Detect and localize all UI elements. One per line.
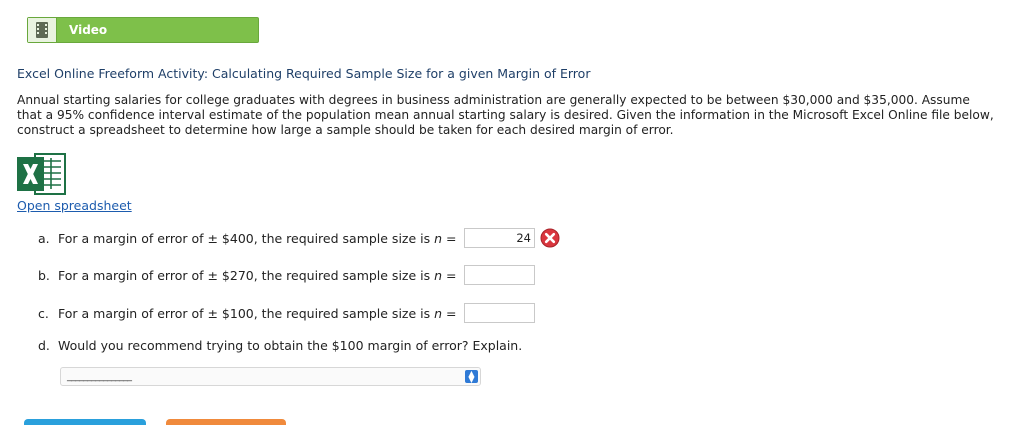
dropdown-selected-value: ________________	[67, 371, 132, 382]
check-answer-button[interactable]	[24, 419, 146, 425]
variable-n: n	[434, 268, 443, 283]
question-a: a. For a margin of error of ± $400, the r…	[38, 231, 457, 246]
excel-icon[interactable]	[17, 152, 67, 196]
equals-sign: =	[442, 268, 457, 283]
question-text: For a margin of error of ± $270, the req…	[58, 268, 435, 283]
video-label: Video	[69, 23, 108, 37]
question-letter: a.	[38, 231, 50, 246]
question-letter: d.	[38, 338, 50, 353]
answer-input-c[interactable]	[464, 303, 535, 323]
chevron-up-down-icon[interactable]: ▲ ▼	[465, 369, 478, 383]
page: Video Excel Online Freeform Activity: Ca…	[0, 0, 1024, 425]
question-b: b. For a margin of error of ± $270, the r…	[38, 268, 457, 283]
incorrect-icon	[540, 228, 560, 248]
activity-title: Excel Online Freeform Activity: Calculat…	[17, 66, 591, 81]
question-text: Would you recommend trying to obtain the…	[58, 338, 523, 353]
equals-sign: =	[442, 231, 457, 246]
explain-dropdown[interactable]: ________________ ▲ ▼	[60, 367, 481, 386]
question-letter: b.	[38, 268, 50, 283]
video-icon-container	[28, 18, 57, 42]
variable-n: n	[434, 231, 443, 246]
question-text: For a margin of error of ± $100, the req…	[58, 306, 435, 321]
film-icon	[36, 22, 48, 38]
open-spreadsheet-link[interactable]: Open spreadsheet	[17, 198, 132, 213]
problem-description: Annual starting salaries for college gra…	[17, 93, 994, 137]
question-letter: c.	[38, 306, 49, 321]
answer-input-b[interactable]	[464, 265, 535, 285]
next-button[interactable]	[166, 419, 286, 425]
question-c: c. For a margin of error of ± $100, the r…	[38, 306, 457, 321]
question-text: For a margin of error of ± $400, the req…	[58, 231, 435, 246]
variable-n: n	[434, 306, 443, 321]
answer-input-a[interactable]	[464, 228, 535, 248]
video-button[interactable]: Video	[27, 17, 259, 43]
question-d: d. Would you recommend trying to obtain t…	[38, 338, 522, 353]
equals-sign: =	[442, 306, 457, 321]
